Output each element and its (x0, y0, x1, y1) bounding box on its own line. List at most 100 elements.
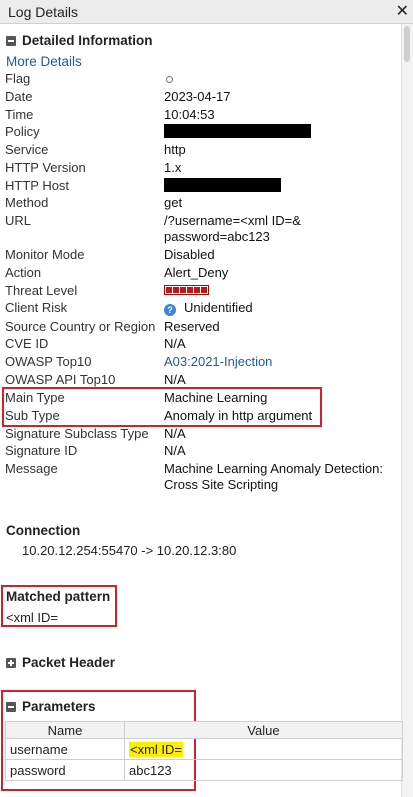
param-name: password (5, 759, 125, 781)
packet-header-section[interactable]: Packet Header (6, 655, 115, 670)
more-details-link[interactable]: More Details (6, 54, 82, 69)
table-row[interactable]: password abc123 (5, 759, 403, 781)
field-value: N/A (164, 426, 186, 441)
threat-level-block (166, 287, 172, 293)
param-value-cell: <xml ID= (124, 738, 403, 760)
parameters-table: Name Value username <xml ID= password ab… (5, 721, 403, 781)
row-http-host: HTTP Host (5, 178, 405, 196)
threat-level-block (180, 287, 186, 293)
threat-level-block (194, 287, 200, 293)
row-signature-id: Signature ID N/A (5, 443, 405, 461)
row-threat-level: Threat Level (5, 283, 405, 301)
row-message: Message Machine Learning Anomaly Detecti… (5, 461, 405, 495)
row-cve-id: CVE ID N/A (5, 336, 405, 354)
field-value: 1.x (164, 160, 182, 175)
detailed-information-header[interactable]: Detailed Information (6, 33, 153, 48)
field-label: CVE ID (5, 336, 49, 351)
row-policy: Policy (5, 124, 405, 142)
section-title: Detailed Information (22, 33, 153, 48)
row-client-risk: Client Risk ? Unidentified (5, 300, 405, 318)
row-flag: Flag (5, 71, 405, 89)
field-value: Reserved (164, 319, 220, 334)
message-line-1: Machine Learning Anomaly Detection: (164, 461, 383, 476)
field-label: Time (5, 107, 34, 122)
field-label: Flag (5, 71, 31, 86)
row-method: Method get (5, 195, 405, 213)
question-icon[interactable]: ? (164, 304, 176, 316)
row-action: Action Alert_Deny (5, 265, 405, 283)
parameters-section[interactable]: Parameters (6, 699, 96, 714)
row-source-country: Source Country or Region Reserved (5, 319, 405, 337)
field-label: Service (5, 142, 49, 157)
field-label: Date (5, 89, 33, 104)
column-header-name[interactable]: Name (5, 721, 125, 739)
matched-pattern-heading: Matched pattern (6, 589, 111, 604)
field-label: Signature ID (5, 443, 78, 458)
row-time: Time 10:04:53 (5, 107, 405, 125)
column-header-value[interactable]: Value (124, 721, 403, 739)
redacted-value (164, 124, 311, 138)
scrollbar-thumb[interactable] (404, 26, 410, 62)
flag-icon[interactable] (164, 71, 173, 86)
row-signature-subclass: Signature Subclass Type N/A (5, 426, 405, 444)
threat-level-block (173, 287, 179, 293)
field-value: 10:04:53 (164, 107, 215, 122)
field-label: OWASP Top10 (5, 354, 92, 369)
field-label: Client Risk (5, 300, 68, 315)
row-service: Service http (5, 142, 405, 160)
url-value: /?username=<xml ID=& password=abc123 (164, 213, 301, 245)
field-label: Action (5, 265, 42, 280)
field-label: URL (5, 213, 32, 228)
field-label: Monitor Mode (5, 247, 85, 262)
field-value: N/A (164, 372, 186, 387)
section-title: Parameters (22, 699, 96, 714)
redacted-value (164, 178, 281, 192)
field-value: get (164, 195, 183, 210)
message-line-2: Cross Site Scripting (164, 477, 279, 492)
owasp-top10-link[interactable]: A03:2021-Injection (164, 354, 272, 369)
field-label: HTTP Host (5, 178, 70, 193)
field-label: HTTP Version (5, 160, 86, 175)
collapse-icon[interactable] (6, 701, 16, 712)
table-row[interactable]: username <xml ID= (5, 738, 403, 760)
threat-level-block (201, 287, 207, 293)
field-label: Signature Subclass Type (5, 426, 149, 441)
param-value: abc123 (124, 759, 403, 781)
title-bar: Log Details ✕ (0, 0, 413, 24)
field-value: N/A (164, 336, 186, 351)
param-value-highlighted: <xml ID= (129, 741, 184, 757)
field-label: Method (5, 195, 49, 210)
message-value: Machine Learning Anomaly Detection: Cros… (164, 461, 383, 493)
section-title: Packet Header (22, 655, 116, 670)
expand-icon[interactable] (6, 657, 16, 668)
field-label: Source Country or Region (5, 319, 156, 334)
row-url: URL /?username=<xml ID=& password=abc123 (5, 213, 405, 247)
threat-level-meter (164, 283, 209, 295)
url-line-1: /?username=<xml ID=& (164, 213, 301, 228)
row-owasp-top10: OWASP Top10 A03:2021-Injection (5, 354, 405, 372)
field-value: Disabled (164, 247, 215, 262)
field-value: ? Unidentified (164, 300, 253, 316)
window-title: Log Details (8, 4, 79, 20)
client-risk-value: Unidentified (184, 300, 253, 315)
field-value: N/A (164, 443, 186, 458)
field-label: OWASP API Top10 (5, 372, 116, 387)
field-value: Alert_Deny (164, 265, 229, 280)
field-value: 2023-04-17 (164, 89, 231, 104)
highlight-box-type (2, 387, 322, 427)
matched-pattern-value: <xml ID= (6, 610, 59, 625)
param-name: username (5, 738, 125, 760)
connection-heading: Connection (6, 523, 81, 538)
row-date: Date 2023-04-17 (5, 89, 405, 107)
url-line-2: password=abc123 (164, 229, 270, 244)
field-value: http (164, 142, 186, 157)
close-icon[interactable]: ✕ (396, 1, 409, 21)
field-label: Policy (5, 124, 40, 139)
collapse-icon[interactable] (6, 35, 16, 46)
row-monitor-mode: Monitor Mode Disabled (5, 247, 405, 265)
connection-value: 10.20.12.254:55470 -> 10.20.12.3:80 (22, 543, 237, 558)
row-http-version: HTTP Version 1.x (5, 160, 405, 178)
threat-level-block (187, 287, 193, 293)
field-label: Message (5, 461, 58, 476)
field-label: Threat Level (5, 283, 78, 298)
